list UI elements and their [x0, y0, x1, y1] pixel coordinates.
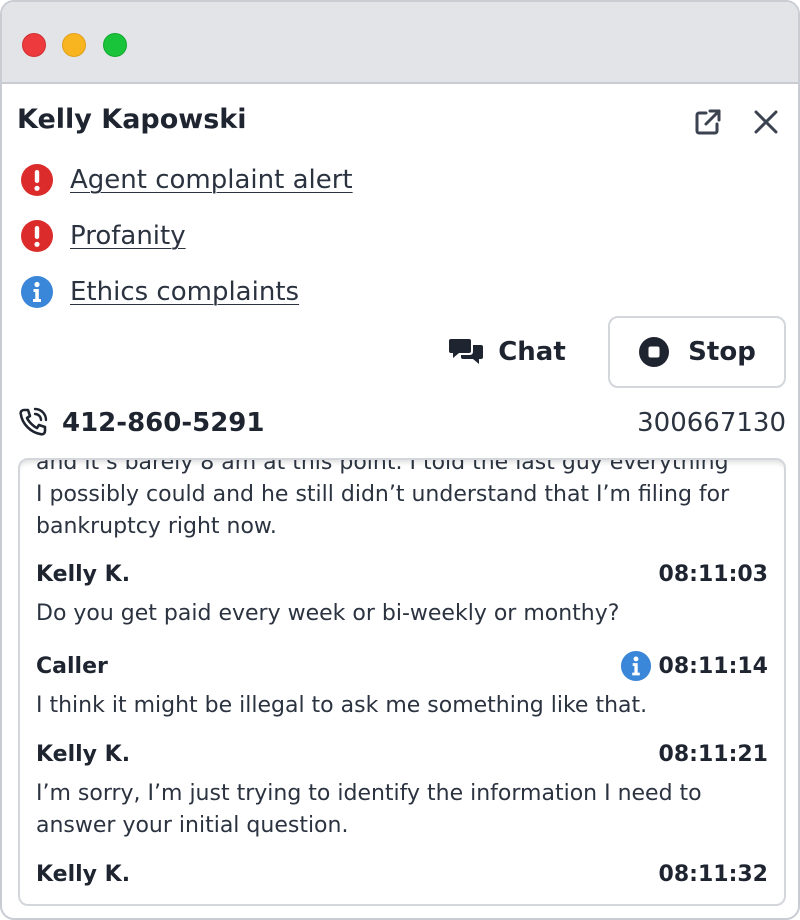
alert-label[interactable]: Profanity: [70, 221, 186, 251]
exclamation-circle-icon: [21, 220, 53, 252]
phone-ringing-icon: [19, 407, 48, 436]
message-text: and it’s barely 8 am at this point. I to…: [36, 458, 730, 539]
chat-button[interactable]: Chat: [432, 318, 582, 386]
stop-circle-icon: [639, 337, 670, 367]
message-text: I’m sorry, I’m just trying to identify t…: [36, 781, 702, 838]
window-close-light[interactable]: [22, 33, 46, 57]
chat-label: Chat: [498, 337, 566, 367]
message-text: I think it might be illegal to ask me so…: [36, 693, 648, 718]
chat-bubbles-icon: [449, 339, 484, 364]
call-id: 300667130: [637, 408, 786, 438]
message-text: Do you get paid every week or bi-weekly …: [36, 601, 620, 626]
window-zoom-light[interactable]: [103, 33, 127, 57]
message-speaker: Kelly K.: [36, 862, 131, 887]
message-time: 08:11:21: [658, 742, 768, 767]
stop-label: Stop: [688, 337, 756, 367]
info-circle-icon: [21, 276, 53, 308]
exclamation-circle-icon: [21, 164, 53, 196]
message-speaker: Kelly K.: [36, 742, 131, 767]
info-circle-icon[interactable]: [620, 650, 652, 682]
alert-profanity[interactable]: Profanity: [20, 218, 186, 254]
alert-agent-complaint[interactable]: Agent complaint alert: [20, 162, 353, 198]
transcript-panel[interactable]: and it’s barely 8 am at this point. I to…: [18, 458, 786, 906]
message-time: 08:11:03: [658, 562, 768, 587]
message-time: 08:11:14: [658, 654, 768, 679]
alert-label[interactable]: Agent complaint alert: [70, 165, 353, 195]
message-speaker: Kelly K.: [36, 562, 131, 587]
title-bar: [2, 2, 798, 84]
window-minimize-light[interactable]: [62, 33, 86, 57]
message-time: 08:11:32: [658, 862, 768, 887]
close-icon[interactable]: [750, 106, 782, 138]
external-link-icon[interactable]: [692, 106, 724, 138]
contact-name: Kelly Kapowski: [17, 104, 247, 135]
message-speaker: Caller: [36, 654, 108, 679]
call-info-row: 412-860-5291 300667130: [18, 404, 786, 444]
stop-button[interactable]: Stop: [608, 316, 786, 388]
phone-number: 412-860-5291: [62, 408, 265, 438]
alert-ethics-complaints[interactable]: Ethics complaints: [20, 274, 299, 310]
call-monitor-window: Kelly Kapowski Agent complaint alert Pro…: [0, 0, 800, 920]
alert-label[interactable]: Ethics complaints: [70, 277, 299, 307]
